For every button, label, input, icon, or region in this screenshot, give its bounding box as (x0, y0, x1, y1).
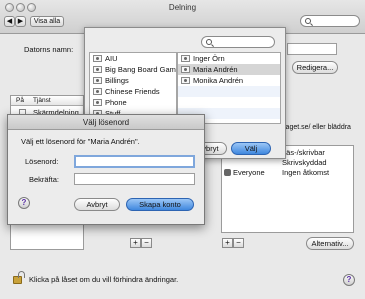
permission-row: Skrivskyddad (282, 158, 327, 167)
group-icon (93, 77, 102, 84)
permission-value: Skrivskyddad (282, 158, 327, 167)
list-item[interactable]: AIU (90, 53, 176, 64)
window-title: Delning (168, 3, 197, 12)
permission-name: Everyone (233, 168, 265, 177)
password-label: Lösenord: (25, 157, 59, 166)
forward-button[interactable]: ▶ (15, 16, 26, 27)
dialog-cancel-button[interactable]: Avbryt (74, 198, 120, 211)
remove-folder-button[interactable]: − (141, 238, 152, 248)
list-item[interactable]: Maria Andrén (178, 64, 280, 75)
person-icon (181, 66, 190, 73)
list-item[interactable]: Inger Örn (178, 53, 280, 64)
list-item[interactable]: Monika Andrén (178, 75, 280, 86)
back-arrow-icon: ◀ (6, 18, 13, 25)
list-item[interactable]: Big Bang Board Games (90, 64, 176, 75)
list-item (178, 97, 280, 108)
picker-search-field[interactable] (201, 36, 275, 48)
search-icon (305, 18, 311, 24)
remove-user-button[interactable]: − (233, 238, 244, 248)
dialog-help-button[interactable]: ? (18, 197, 30, 209)
add-folder-button[interactable]: + (130, 238, 141, 248)
dialog-prompt: Välj ett lösenord för "Maria Andrén". (21, 137, 140, 146)
list-item[interactable]: Phone (90, 97, 176, 108)
password-dialog: Välj lösenord Välj ett lösenord för "Mar… (7, 114, 205, 225)
col-on: På (16, 97, 24, 104)
permission-row: Läs-/skrivbar (282, 148, 325, 157)
person-icon (181, 77, 190, 84)
add-user-button[interactable]: + (222, 238, 233, 248)
list-item[interactable]: Chinese Friends (90, 86, 176, 97)
group-icon (93, 55, 102, 62)
picker-choose-button[interactable]: Välj (231, 142, 271, 155)
search-icon (206, 39, 212, 45)
computer-name-field[interactable] (287, 43, 337, 55)
group-icon (93, 99, 102, 106)
list-item[interactable]: Billings (90, 75, 176, 86)
password-field[interactable] (74, 155, 195, 168)
permission-value: Läs-/skrivbar (282, 148, 325, 157)
permission-value: Ingen åtkomst (282, 168, 330, 177)
edit-button[interactable]: Redigera... (292, 61, 338, 74)
forward-arrow-icon: ▶ (17, 18, 24, 25)
back-button[interactable]: ◀ (4, 16, 15, 27)
everyone-icon (224, 169, 231, 176)
show-all-button[interactable]: Visa alla (30, 16, 64, 27)
zoom-window-button[interactable] (27, 3, 36, 12)
minimize-window-button[interactable] (16, 3, 25, 12)
lock-icon[interactable] (13, 271, 25, 284)
dialog-title: Välj lösenord (8, 115, 204, 130)
person-icon (181, 55, 190, 62)
group-icon (93, 88, 102, 95)
computer-name-label: Datorns namn: (24, 45, 74, 54)
list-item (178, 86, 280, 97)
lock-text: Klicka på låset om du vill förhindra änd… (29, 275, 179, 284)
confirm-field[interactable] (74, 173, 195, 185)
close-window-button[interactable] (5, 3, 14, 12)
create-account-button[interactable]: Skapa konto (126, 198, 194, 211)
col-service: Tjänst (33, 97, 51, 104)
confirm-label: Bekräfta: (29, 175, 60, 184)
search-field[interactable] (300, 15, 360, 27)
help-button[interactable]: ? (343, 274, 355, 286)
services-header: På Tjänst (11, 96, 83, 106)
address-hint: laget.se/ eller bläddra (284, 124, 351, 131)
options-button[interactable]: Alternativ... (306, 237, 354, 250)
group-icon (93, 66, 102, 73)
